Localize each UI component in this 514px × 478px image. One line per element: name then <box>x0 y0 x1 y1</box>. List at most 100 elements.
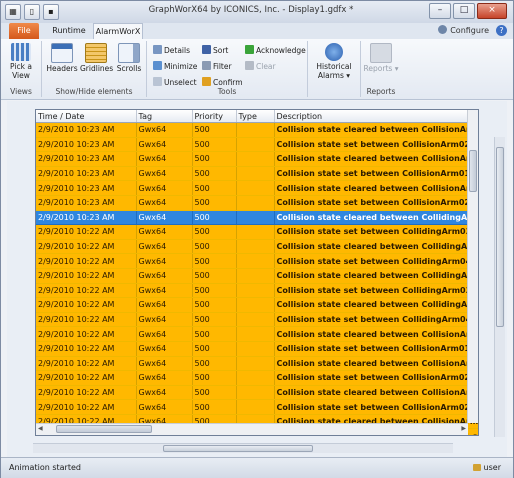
cell-time: 2/9/2010 10:22 AM <box>36 341 137 357</box>
cell-description: Collision state set between CollisionArm… <box>274 166 478 182</box>
alarm-row[interactable]: 2/9/2010 10:23 AM Gwx64 500 Collision state… <box>36 151 478 167</box>
tools-group-label: Tools <box>217 87 237 96</box>
alarm-row[interactable]: 2/9/2010 10:23 AM Gwx64 500 Collision state… <box>36 137 478 153</box>
ribbon: Pick a View Views Headers Gridlines Scro… <box>1 39 513 100</box>
cell-time: 2/9/2010 10:23 AM <box>36 137 137 153</box>
tab-file[interactable]: File <box>9 23 39 39</box>
grid-vertical-scroll-thumb[interactable] <box>469 150 477 192</box>
cell-time: 2/9/2010 10:22 AM <box>36 239 137 255</box>
tab-alarmworx[interactable]: AlarmWorX <box>93 23 143 40</box>
column-header-priority[interactable]: Priority <box>192 110 237 123</box>
cell-priority: 500 <box>192 210 237 226</box>
alarm-row[interactable]: 2/9/2010 10:23 AM Gwx64 500 Collision state… <box>36 195 478 211</box>
details-button[interactable]: Details <box>153 45 190 55</box>
clear-icon <box>245 61 254 70</box>
scrolls-button[interactable]: Scrolls <box>114 43 144 73</box>
configure-button[interactable]: Configure <box>438 25 489 35</box>
status-text: Animation started <box>9 463 81 472</box>
column-header-time[interactable]: Time / Date <box>36 110 137 123</box>
app-icon[interactable]: ▦ <box>5 4 21 20</box>
clear-button[interactable]: Clear <box>245 61 276 71</box>
scroll-right-arrow-icon[interactable]: ▶ <box>461 425 466 432</box>
minimize-icon <box>153 61 162 70</box>
historical-alarms-label: Historical Alarms <box>316 62 352 80</box>
cell-description: Collision state set between CollidingArm… <box>274 253 478 269</box>
cell-priority: 500 <box>192 312 237 328</box>
alarm-row[interactable]: 2/9/2010 10:22 AMGwx64500 Collision state… <box>36 239 478 255</box>
filter-button[interactable]: Filter <box>202 61 232 71</box>
cell-type <box>236 253 275 269</box>
display-horizontal-scrollbar[interactable] <box>33 443 453 453</box>
cell-time: 2/9/2010 10:23 AM <box>36 122 137 138</box>
column-header-tag[interactable]: Tag <box>136 110 193 123</box>
alarm-row[interactable]: 2/9/2010 10:23 AM Gwx64 500 Collision state… <box>36 180 478 196</box>
grid-horizontal-scrollbar[interactable]: ◀ ▶ <box>36 423 468 435</box>
alarm-row[interactable]: 2/9/2010 10:22 AMGwx64500 Collision state… <box>36 341 478 357</box>
cell-priority: 500 <box>192 385 237 401</box>
grid-horizontal-scroll-thumb[interactable] <box>56 425 152 433</box>
cell-tag: Gwx64 <box>136 151 193 167</box>
alarm-row[interactable]: 2/9/2010 10:23 AM Gwx64 500 Collision state… <box>36 122 478 138</box>
cell-type <box>236 137 275 153</box>
cell-priority: 500 <box>192 341 237 357</box>
cell-tag: Gwx64 <box>136 210 193 226</box>
cell-description: Collision state cleared between Collisio… <box>274 151 478 167</box>
headers-button[interactable]: Headers <box>46 43 78 73</box>
reports-button[interactable]: Reports ▾ <box>363 43 399 73</box>
reports-label: Reports <box>363 64 393 73</box>
alarm-row[interactable]: 2/9/2010 10:22 AMGwx64500 Collision state… <box>36 370 478 386</box>
alarm-row[interactable]: 2/9/2010 10:22 AMGwx64500 Collision state… <box>36 312 478 328</box>
acknowledge-button[interactable]: Acknowledge <box>245 45 306 55</box>
alarm-row[interactable]: 2/9/2010 10:22 AMGwx64500 Collision state… <box>36 224 478 240</box>
cell-description: Collision state set between CollisionArm… <box>274 399 478 415</box>
column-header-type[interactable]: Type <box>236 110 275 123</box>
display-vertical-scrollbar[interactable] <box>494 137 505 437</box>
save-icon[interactable]: ▪ <box>43 4 59 20</box>
pick-a-view-button[interactable]: Pick a View <box>5 43 37 80</box>
grid-vertical-scrollbar[interactable] <box>467 110 478 423</box>
alarm-row[interactable]: 2/9/2010 10:23 AM Gwx64 500 Collision state… <box>36 210 478 226</box>
tab-runtime[interactable]: Runtime <box>49 23 89 39</box>
sort-button[interactable]: Sort <box>202 45 228 55</box>
alarm-row[interactable]: 2/9/2010 10:22 AMGwx64500 Collision state… <box>36 399 478 415</box>
alarm-row[interactable]: 2/9/2010 10:22 AMGwx64500 Collision state… <box>36 326 478 342</box>
sort-icon <box>202 45 211 54</box>
user-indicator[interactable]: user <box>472 463 501 472</box>
alarm-row[interactable]: 2/9/2010 10:22 AMGwx64500 Collision state… <box>36 283 478 299</box>
gear-icon <box>438 25 448 34</box>
alarm-row[interactable]: 2/9/2010 10:22 AMGwx64500 Collision state… <box>36 253 478 269</box>
gridlines-button[interactable]: Gridlines <box>80 43 113 73</box>
cell-priority: 500 <box>192 399 237 415</box>
minimize-button[interactable]: Minimize <box>153 61 197 71</box>
unselect-button[interactable]: Unselect <box>153 77 197 87</box>
views-group: Pick a View Views <box>1 41 42 97</box>
acknowledge-label: Acknowledge <box>256 46 306 55</box>
scroll-left-arrow-icon[interactable]: ◀ <box>38 425 43 432</box>
confirm-button[interactable]: Confirm <box>202 77 243 87</box>
column-header-description[interactable]: Description <box>274 110 478 123</box>
help-icon[interactable]: ? <box>496 25 507 36</box>
cell-priority: 500 <box>192 195 237 211</box>
cell-time: 2/9/2010 10:22 AM <box>36 297 137 313</box>
cell-priority: 500 <box>192 122 237 138</box>
unselect-label: Unselect <box>164 78 197 87</box>
minimize-window-button[interactable]: – <box>429 3 451 19</box>
alarm-row[interactable]: 2/9/2010 10:22 AMGwx64500 Collision state… <box>36 385 478 401</box>
alarm-row[interactable]: 2/9/2010 10:22 AMGwx64500 Collision state… <box>36 268 478 284</box>
details-icon <box>153 45 162 54</box>
views-group-label: Views <box>10 87 32 96</box>
alarm-row[interactable]: 2/9/2010 10:22 AMGwx64500 Collision state… <box>36 297 478 313</box>
open-icon[interactable]: ▯ <box>24 4 40 20</box>
display-vertical-scroll-thumb[interactable] <box>496 147 504 327</box>
display-horizontal-scroll-thumb[interactable] <box>163 445 313 452</box>
close-window-button[interactable]: × <box>477 3 507 19</box>
maximize-window-button[interactable]: □ <box>453 3 475 19</box>
historical-alarms-button[interactable]: Historical Alarms ▾ <box>312 43 356 80</box>
cell-type <box>236 399 275 415</box>
alarm-grid: Time / Date Tag Priority Type Descriptio… <box>35 109 479 436</box>
alarm-row[interactable]: 2/9/2010 10:22 AMGwx64500 Collision state… <box>36 356 478 372</box>
alarm-row[interactable]: 2/9/2010 10:23 AM Gwx64 500 Collision state… <box>36 166 478 182</box>
tools-group: Details Minimize Unselect Sort Filter Co… <box>147 41 308 97</box>
cell-priority: 500 <box>192 356 237 372</box>
cell-tag: Gwx64 <box>136 385 193 401</box>
